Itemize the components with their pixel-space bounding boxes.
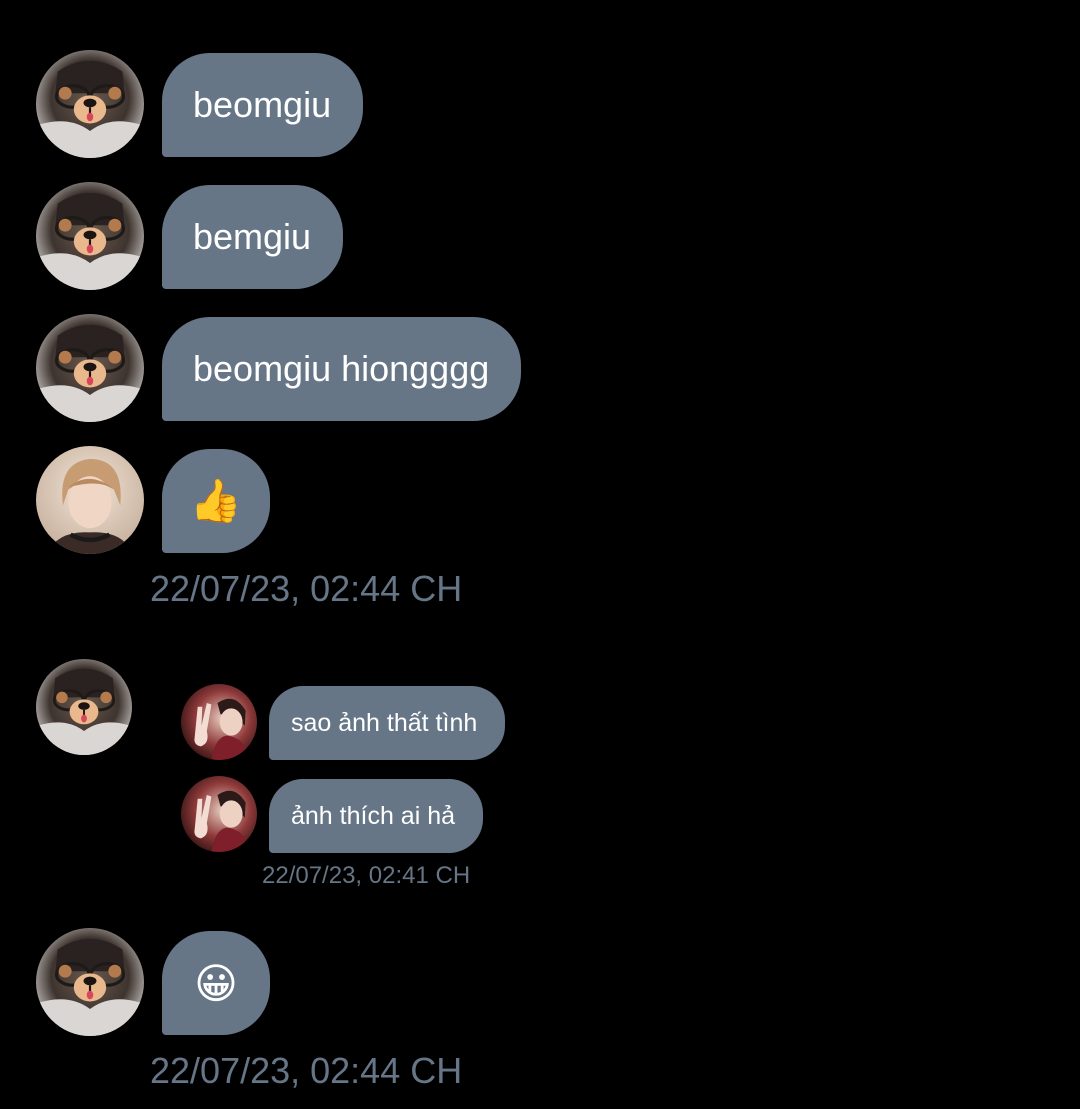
thumbs-up-icon: 👍: [189, 476, 243, 524]
quoted-message-bubble[interactable]: ảnh thích ai hả: [269, 779, 484, 853]
grinning-face-icon: 😀: [194, 959, 238, 1007]
message-bubble[interactable]: bemgiu: [162, 185, 344, 289]
peace-sign-avatar-icon: [181, 684, 257, 760]
avatar[interactable]: [36, 314, 144, 422]
bear-filter-avatar-icon: [36, 182, 144, 290]
emoji-message-bubble[interactable]: 👍: [162, 449, 270, 553]
quoted-avatar[interactable]: [181, 776, 257, 852]
quoted-message-bubble[interactable]: sao ảnh thất tình: [269, 686, 506, 760]
message-bubble[interactable]: beomgiu: [162, 53, 364, 157]
portrait-avatar-icon: [36, 446, 144, 554]
message-text: bemgiu: [193, 216, 312, 257]
message-text: beomgiu hiongggg: [193, 348, 490, 389]
avatar[interactable]: [36, 928, 144, 1036]
message-bubble[interactable]: beomgiu hiongggg: [162, 317, 522, 421]
peace-sign-avatar-icon: [181, 776, 257, 852]
avatar[interactable]: [36, 446, 144, 554]
quoted-avatar[interactable]: [181, 684, 257, 760]
avatar[interactable]: [36, 50, 144, 158]
bear-filter-avatar-icon: [36, 659, 132, 755]
message-timestamp: 22/07/23, 02:44 CH: [150, 1050, 463, 1091]
message-text: beomgiu: [193, 84, 332, 125]
avatar[interactable]: [36, 182, 144, 290]
quoted-timestamp: 22/07/23, 02:41 CH: [262, 862, 471, 889]
quoted-message-text: sao ảnh thất tình: [291, 708, 478, 737]
emoji-message-bubble[interactable]: 😀: [162, 931, 270, 1035]
bear-filter-avatar-icon: [36, 50, 144, 158]
message-timestamp: 22/07/23, 02:44 CH: [150, 568, 463, 609]
bear-filter-avatar-icon: [36, 928, 144, 1036]
avatar[interactable]: [36, 659, 132, 755]
quoted-message-text: ảnh thích ai hả: [291, 801, 456, 830]
bear-filter-avatar-icon: [36, 314, 144, 422]
